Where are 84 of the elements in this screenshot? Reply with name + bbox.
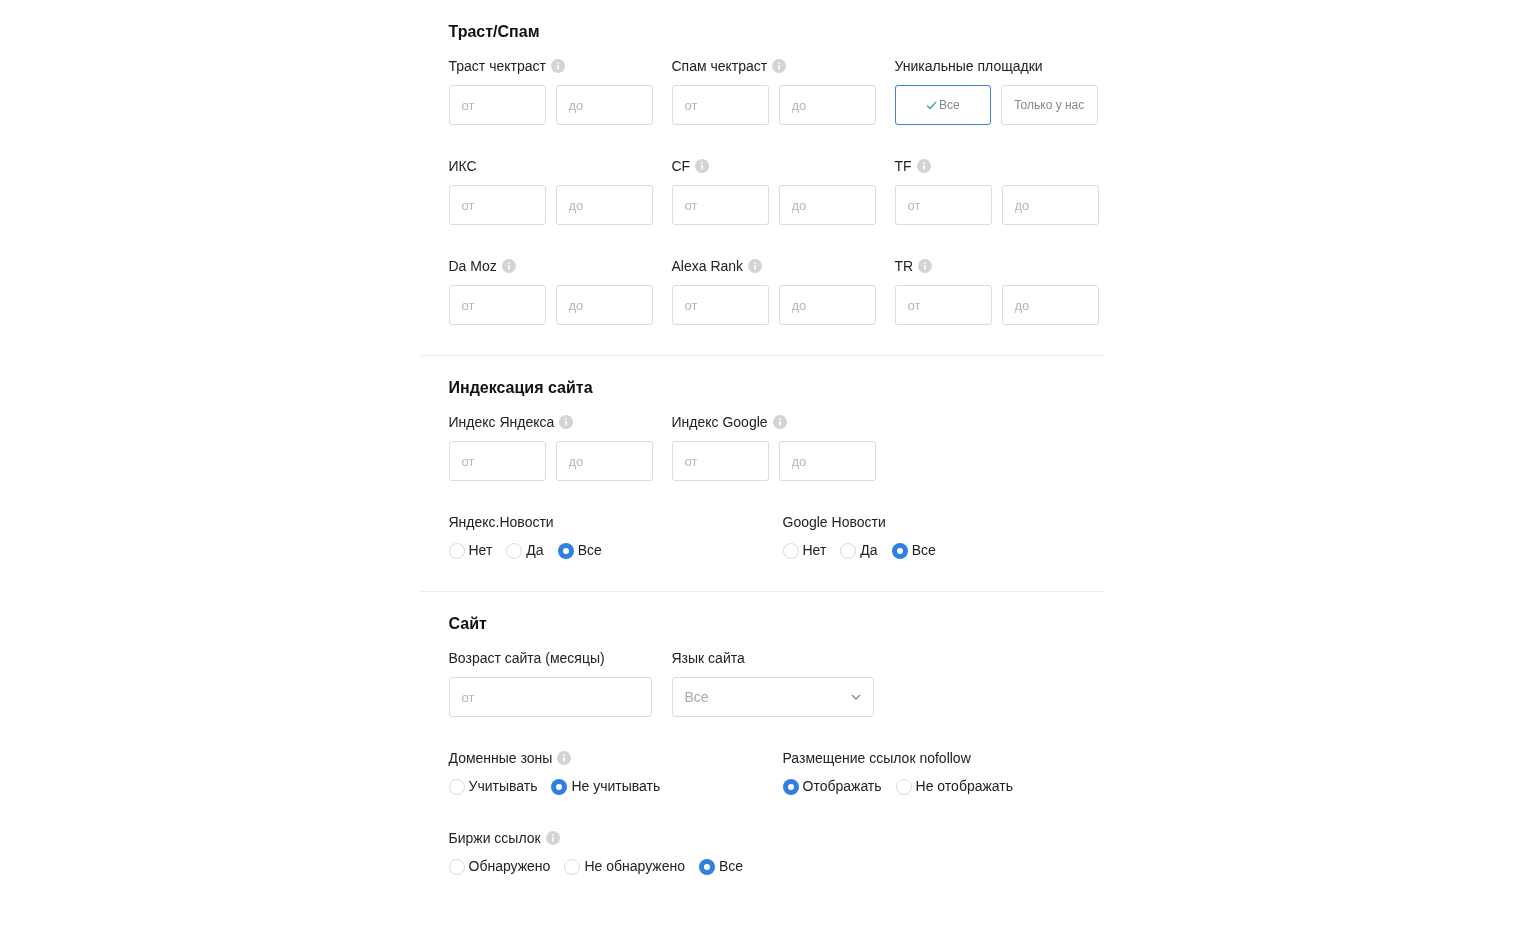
from-input[interactable]: от [671,441,769,481]
field-label: Da Moz [448,256,497,276]
from-input[interactable]: от [671,85,769,125]
info-icon [748,259,763,273]
field-label: Яндекс.Новости [448,512,554,532]
to-input[interactable]: до [555,285,653,325]
field-label: Траст чектраст [448,56,546,76]
radio-button[interactable] [506,542,523,559]
from-input[interactable]: от [448,285,546,325]
section-title: Сайт [448,614,488,632]
radio-label: Да [526,541,544,560]
radio-label: Учитывать [468,777,538,796]
check-icon [925,100,937,110]
radio-label: Обнаружено [468,857,551,876]
info-icon [916,159,931,173]
radio-button[interactable] [564,858,581,875]
to-input[interactable]: до [555,185,653,225]
radio-button[interactable] [840,542,857,559]
radio-button[interactable] [448,542,465,559]
field-label: Биржи ссылок [448,828,541,848]
field-label: Размещение ссылок nofollow [782,748,971,768]
field-label: Индекс Яндекса [448,412,555,432]
radio-label: Не отображать [915,777,1014,796]
to-input[interactable]: до [555,85,653,125]
info-icon [557,751,572,765]
from-input[interactable]: от [894,285,992,325]
section-title: Траст/Спам [448,22,541,40]
radio-button[interactable] [782,778,799,795]
radio-button[interactable] [551,778,568,795]
radio-label: Да [860,541,878,560]
field-label: Язык сайта [671,648,745,668]
field-label: Уникальные площадки [894,56,1043,76]
to-input[interactable]: до [555,441,653,481]
from-input[interactable]: от [448,441,546,481]
radio-label: Нет [468,541,493,560]
chevron-icon [850,694,861,700]
field-label: Доменные зоны [448,748,553,768]
to-input[interactable]: до [778,441,876,481]
to-input[interactable]: до [778,285,876,325]
info-icon [559,415,574,429]
language-select[interactable]: Все [671,677,874,717]
radio-label: Не обнаружено [584,857,685,876]
radio-button[interactable] [782,542,799,559]
field-label: Индекс Google [671,412,768,432]
field-label: Google Новости [782,512,886,532]
radio-button[interactable] [557,542,574,559]
from-input[interactable]: от [894,185,992,225]
to-input[interactable]: до [1001,285,1099,325]
field-label: CF [671,156,691,176]
radio-label: Все [911,541,936,560]
field-label: Возраст сайта (месяцы) [448,648,605,668]
from-input[interactable]: от [671,285,769,325]
radio-button[interactable] [891,542,908,559]
field-label: ИКС [448,156,477,176]
info-icon [772,415,787,429]
to-input[interactable]: до [778,85,876,125]
radio-button[interactable] [448,778,465,795]
from-input[interactable]: от [671,185,769,225]
radio-label: Не учитывать [571,777,661,796]
section-title: Индексация сайта [448,378,594,396]
toggle-option[interactable]: Только у нас [1001,85,1098,125]
radio-label: Отображать [802,777,882,796]
info-icon [501,259,516,273]
radio-label: Все [718,857,744,876]
to-input[interactable]: до [778,185,876,225]
radio-button[interactable] [895,778,912,795]
radio-button[interactable] [448,858,465,875]
from-input[interactable]: от [448,677,652,717]
info-icon [695,159,710,173]
info-icon [550,59,565,73]
field-label: TR [894,256,914,276]
to-input[interactable]: до [1001,185,1099,225]
radio-label: Все [577,541,602,560]
toggle-option[interactable]: Все [894,85,991,125]
field-label: Alexa Rank [671,256,744,276]
field-label: Спам чектраст [671,56,768,76]
from-input[interactable]: от [448,85,546,125]
info-icon [545,831,560,845]
from-input[interactable]: от [448,185,546,225]
info-icon [918,259,933,273]
field-label: TF [894,156,912,176]
radio-label: Нет [802,541,827,560]
radio-button[interactable] [698,858,715,875]
info-icon [772,59,787,73]
